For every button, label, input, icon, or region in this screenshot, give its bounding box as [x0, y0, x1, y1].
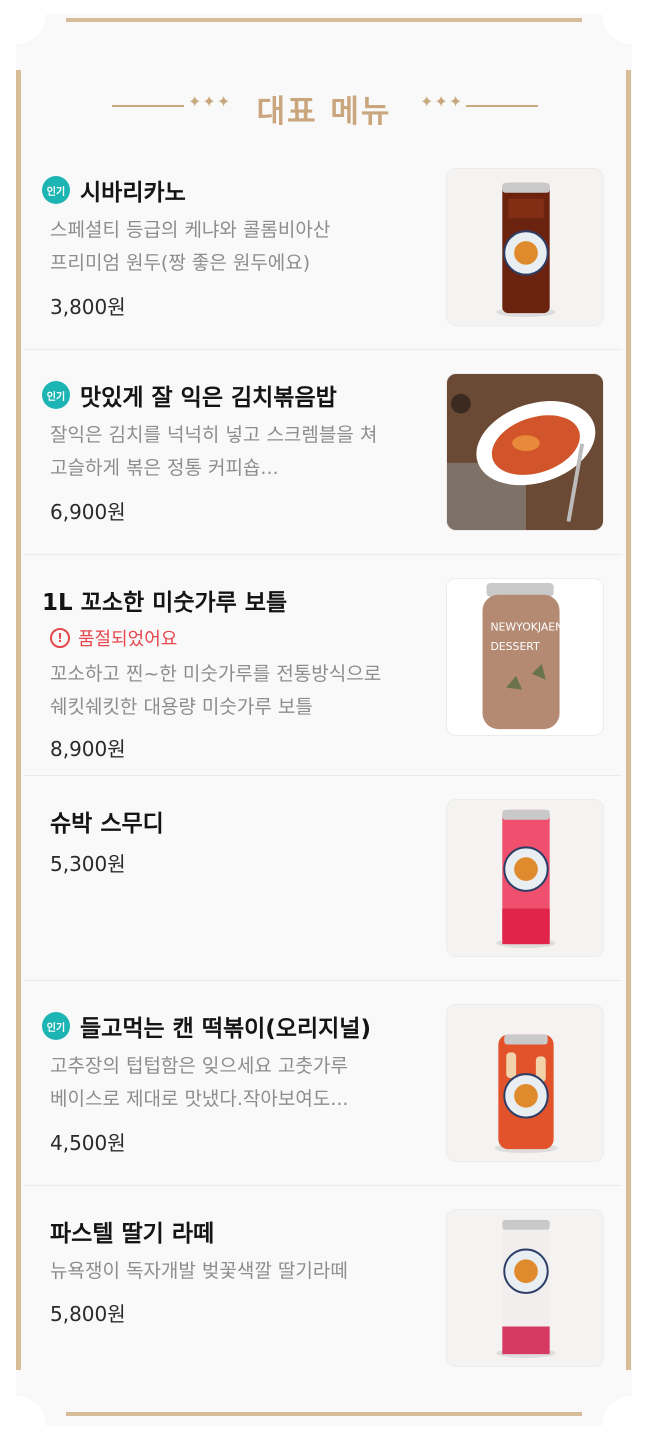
bottle-label: DESSERT	[490, 640, 540, 653]
section-title: 대표 메뉴	[256, 94, 392, 130]
warning-icon: !	[50, 628, 70, 648]
soldout-label: 품절되었어요	[78, 629, 178, 650]
description-line: 뉴욕쟁이 독자개발 벚꽃색깔 딸기라떼	[50, 1260, 348, 1282]
description-line: 꼬소하고 찐~한 미숫가루를 전통방식으로	[50, 663, 382, 685]
description-line: 고슬하게 볶은 정통 커피숍...	[50, 457, 279, 479]
menu-item-header: 인기 들고먹는 캔 떡볶이(오리지널)	[42, 1009, 371, 1043]
misutgaru-bottle-icon[interactable]: NEWYOKJAENG DESSERT	[446, 578, 604, 736]
menu-item-can-tteokbokki[interactable]: 인기 들고먹는 캔 떡볶이(오리지널) 고추장의 텁텁함은 잊으세요 고춧가루 …	[24, 981, 622, 1186]
menu-item-sibaricano[interactable]: 인기 시바리카노 스페셜티 등급의 케냐와 콜롬비아산 프리미엄 원두(짱 좋은…	[24, 145, 622, 350]
menu-item-header: 파스텔 딸기 라떼	[42, 1214, 214, 1248]
menu-item-description: 뉴욕쟁이 독자개발 벚꽃색깔 딸기라떼	[50, 1255, 430, 1288]
soldout-notice: ! 품절되었어요	[50, 625, 177, 651]
description-line: 쉐킷쉐킷한 대용량 미숫가루 보틀	[50, 696, 313, 718]
menu-item-name: 슈박 스무디	[50, 811, 164, 837]
menu-item-price: 3,800원	[50, 295, 126, 319]
description-line: 스페셜티 등급의 케냐와 콜롬비아산	[50, 219, 331, 241]
menu-item-price: 5,300원	[50, 852, 126, 876]
menu-item-price: 8,900원	[50, 737, 126, 761]
iced-americano-can-icon[interactable]	[446, 168, 604, 326]
watermelon-smoothie-can-icon[interactable]	[446, 799, 604, 957]
bottle-label: NEWYOKJAENG	[490, 620, 571, 633]
menu-item-kimchi-fried-rice[interactable]: 인기 맛있게 잘 익은 김치볶음밥 잘익은 김치를 넉넉히 넣고 스크렘블을 쳐…	[24, 350, 622, 555]
menu-item-header: 인기 시바리카노	[42, 173, 186, 207]
menu-item-name: 시바리카노	[80, 180, 186, 206]
menu-item-price: 4,500원	[50, 1131, 126, 1155]
frame-border-left	[16, 70, 21, 1370]
tteokbokki-can-icon[interactable]	[446, 1004, 604, 1162]
sparkle-icon: ✦✦✦	[420, 92, 464, 111]
menu-item-name: 맛있게 잘 익은 김치볶음밥	[80, 385, 337, 411]
menu-item-header: 슈박 스무디	[42, 804, 164, 838]
popular-badge: 인기	[42, 1012, 70, 1040]
menu-item-price: 6,900원	[50, 500, 126, 524]
menu-item-misutgaru-bottle[interactable]: 1L 꼬소한 미숫가루 보틀 ! 품절되었어요 꼬소하고 찐~한 미숫가루를 전…	[24, 555, 622, 776]
menu-item-description: 잘익은 김치를 넉넉히 넣고 스크렘블을 쳐 고슬하게 볶은 정통 커피숍...	[50, 419, 430, 485]
frame-border-top	[66, 18, 582, 22]
menu-item-strawberry-latte[interactable]: 파스텔 딸기 라떼 뉴욕쟁이 독자개발 벚꽃색깔 딸기라떼 5,800원	[24, 1186, 622, 1391]
menu-item-description: 고추장의 텁텁함은 잊으세요 고춧가루 베이스로 제대로 맛냈다.작아보여도..…	[50, 1050, 430, 1116]
menu-item-header: 인기 맛있게 잘 익은 김치볶음밥	[42, 378, 337, 412]
kimchi-fried-rice-plate-icon[interactable]	[446, 373, 604, 531]
frame-border-right	[626, 70, 631, 1370]
menu-item-watermelon-smoothie[interactable]: 슈박 스무디 5,300원	[24, 776, 622, 981]
description-line: 고추장의 텁텁함은 잊으세요 고춧가루	[50, 1055, 348, 1077]
menu-item-header: 1L 꼬소한 미숫가루 보틀	[42, 583, 287, 617]
menu-item-price: 5,800원	[50, 1302, 126, 1326]
frame-border-bottom	[66, 1412, 582, 1416]
section-header: ✦✦✦ 대표 메뉴 ✦✦✦	[0, 82, 648, 130]
description-line: 프리미엄 원두(짱 좋은 원두에요)	[50, 252, 311, 274]
menu-item-description: 꼬소하고 찐~한 미숫가루를 전통방식으로 쉐킷쉐킷한 대용량 미숫가루 보틀	[50, 658, 430, 724]
header-divider-right	[466, 105, 538, 107]
strawberry-latte-can-icon[interactable]	[446, 1209, 604, 1367]
description-line: 잘익은 김치를 넉넉히 넣고 스크렘블을 쳐	[50, 424, 378, 446]
menu-list: 인기 시바리카노 스페셜티 등급의 케냐와 콜롬비아산 프리미엄 원두(짱 좋은…	[24, 145, 622, 1391]
popular-badge: 인기	[42, 381, 70, 409]
description-line: 베이스로 제대로 맛냈다.작아보여도...	[50, 1088, 349, 1110]
menu-item-name: 1L 꼬소한 미숫가루 보틀	[42, 590, 288, 616]
menu-item-name: 들고먹는 캔 떡볶이(오리지널)	[80, 1016, 371, 1042]
menu-item-name: 파스텔 딸기 라떼	[50, 1221, 215, 1247]
popular-badge: 인기	[42, 176, 70, 204]
menu-item-description: 스페셜티 등급의 케냐와 콜롬비아산 프리미엄 원두(짱 좋은 원두에요)	[50, 214, 430, 280]
